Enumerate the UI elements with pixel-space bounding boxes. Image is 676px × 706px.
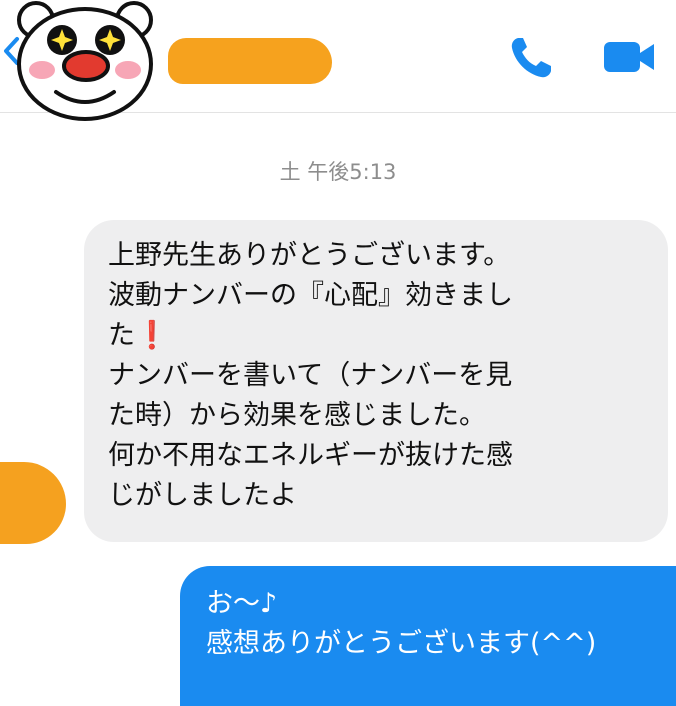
incoming-message-line: 何か不用なエネルギーが抜けた感 — [108, 440, 513, 471]
bear-avatar-icon[interactable] — [10, 0, 160, 124]
incoming-message-line: た❗ — [108, 320, 169, 351]
incoming-message-text: 上野先生ありがとうございます。 波動ナンバーの『心配』効きまし た❗ ナンバーを… — [108, 236, 648, 516]
chat-header — [0, 0, 676, 121]
outgoing-message-line: 感想ありがとうございます(^^) — [206, 628, 597, 659]
contact-name-redaction[interactable] — [168, 38, 332, 84]
phone-icon[interactable] — [508, 34, 556, 80]
contact-avatar-redaction[interactable] — [0, 462, 66, 544]
message-timestamp: 土 午後5:13 — [279, 160, 397, 184]
incoming-message-line: じがしましたよ — [108, 480, 297, 511]
incoming-message-line: ナンバーを書いて（ナンバーを見 — [108, 360, 513, 391]
incoming-message-line: 上野先生ありがとうございます。 — [108, 240, 511, 271]
incoming-message-line: 波動ナンバーの『心配』効きまし — [108, 280, 513, 311]
incoming-message-line: た時）から効果を感じました。 — [108, 400, 486, 431]
outgoing-message-line: お〜♪ — [206, 588, 278, 619]
video-camera-icon[interactable] — [602, 38, 656, 76]
outgoing-message-text: お〜♪ 感想ありがとうございます(^^) — [206, 584, 676, 664]
